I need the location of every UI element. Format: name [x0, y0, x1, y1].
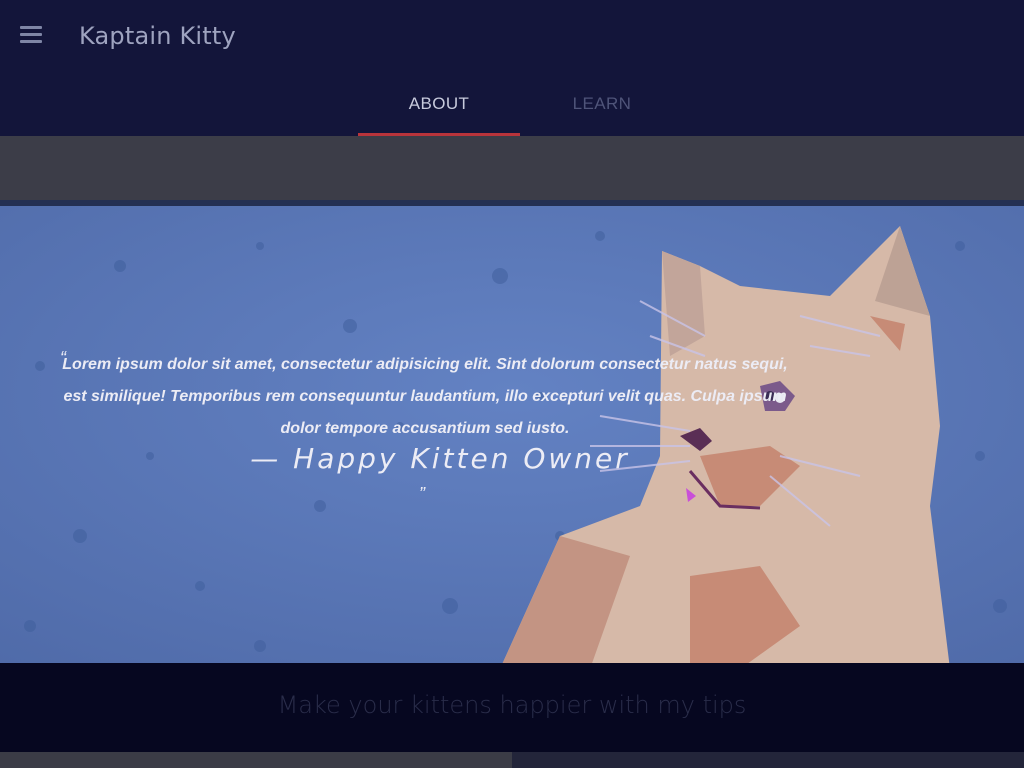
card-right-edge [512, 752, 1024, 768]
testimonial-quote: Lorem ipsum dolor sit amet, consectetur … [62, 356, 788, 437]
testimonial-author: — Happy Kitten Owner [250, 442, 630, 475]
tab-about[interactable]: ABOUT [358, 94, 520, 136]
card-left-edge [0, 752, 512, 768]
tagline-section: Make your kittens happier with my tips [0, 663, 1024, 752]
tagline-text: Make your kittens happier with my tips [277, 691, 747, 719]
app-title: Kaptain Kitty [79, 22, 236, 50]
hamburger-menu-icon[interactable] [18, 24, 44, 48]
hero-section: “ Lorem ipsum dolor sit amet, consectetu… [0, 200, 1024, 663]
content-band [0, 136, 1024, 200]
quote-close-mark: ” [419, 484, 425, 504]
tab-learn[interactable]: LEARN [521, 94, 683, 136]
app-bar: Kaptain Kitty ABOUT LEARN [0, 0, 1024, 136]
